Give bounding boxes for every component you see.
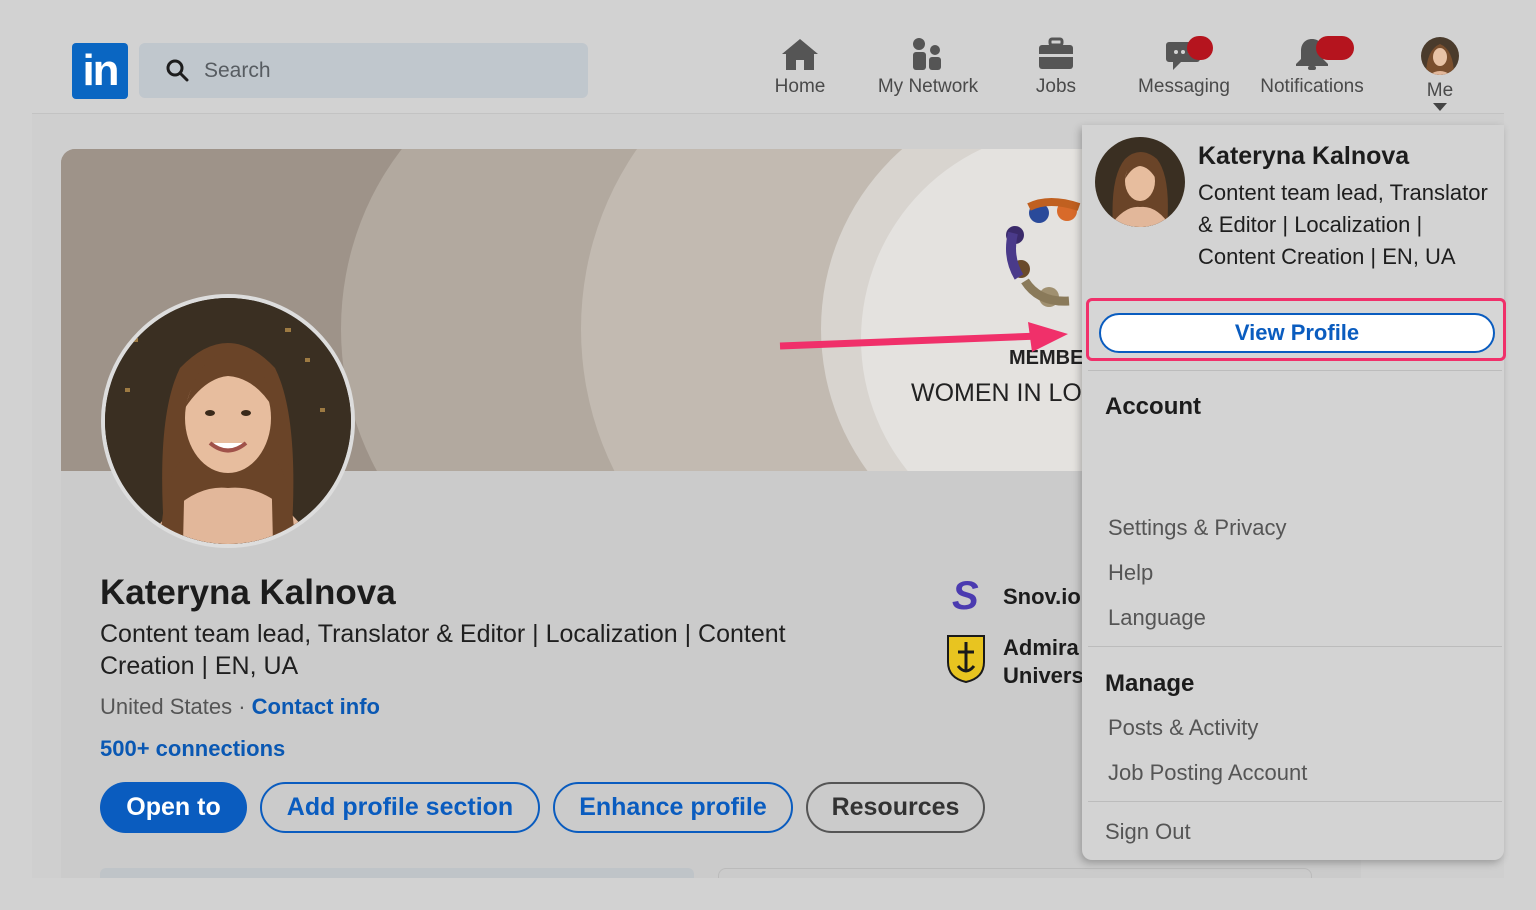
profile-photo[interactable] <box>101 294 355 548</box>
menu-item-posts-activity[interactable]: Posts & Activity <box>1108 715 1258 741</box>
search-placeholder: Search <box>204 59 271 82</box>
nav-me-text: Me <box>1426 80 1454 101</box>
add-profile-section-button[interactable]: Add profile section <box>260 782 540 833</box>
account-heading: Account <box>1105 393 1201 420</box>
dropdown-avatar-image <box>1095 137 1185 227</box>
annotation-arrow <box>779 322 1068 352</box>
nav-notifications[interactable]: Notifications <box>1252 36 1372 98</box>
menu-item-help[interactable]: Help <box>1108 560 1153 586</box>
profile-location: United States <box>100 694 233 719</box>
company-snov[interactable]: Snov.io <box>1003 583 1081 611</box>
menu-item-job-posting-account[interactable]: Job Posting Account <box>1108 760 1307 786</box>
home-icon <box>782 39 818 70</box>
view-profile-button[interactable]: View Profile <box>1099 313 1495 353</box>
dropdown-divider <box>1088 646 1502 647</box>
profile-headline: Content team lead, Translator & Editor |… <box>100 620 786 680</box>
avatar <box>1421 37 1459 75</box>
connections-link[interactable]: 500+ connections <box>100 736 285 762</box>
dropdown-name: Kateryna Kalnova <box>1198 142 1410 170</box>
menu-item-sign-out[interactable]: Sign Out <box>1105 819 1191 845</box>
dropdown-divider <box>1088 801 1502 802</box>
nav-my-network[interactable]: My Network <box>868 36 988 98</box>
menu-item-settings-privacy[interactable]: Settings & Privacy <box>1108 515 1287 541</box>
enhance-profile-button[interactable]: Enhance profile <box>553 782 793 833</box>
view-profile-highlight: View Profile <box>1086 298 1506 361</box>
nav-me[interactable]: Me <box>1380 36 1500 112</box>
nav-my-network-label: My Network <box>877 76 979 97</box>
nav-messaging-label: Messaging <box>1138 76 1230 97</box>
company-admiral-line1: Admira <box>1003 635 1079 660</box>
network-icon <box>913 38 941 70</box>
bottom-strip <box>0 878 1536 910</box>
search-icon <box>166 59 189 82</box>
dropdown-headline: Content team lead, Translator & Editor |… <box>1198 180 1488 269</box>
linkedin-logo[interactable]: in <box>72 43 128 99</box>
search-input[interactable]: Search <box>139 43 588 98</box>
section-card-edge <box>100 868 694 878</box>
me-dropdown-menu: Kateryna Kalnova Content team lead, Tran… <box>1082 125 1506 860</box>
dropdown-divider <box>1088 370 1502 371</box>
nav-notifications-label: Notifications <box>1260 76 1364 97</box>
open-to-button[interactable]: Open to <box>100 782 247 833</box>
company-admiral-line2: Univers <box>1003 663 1084 688</box>
university-crest-icon <box>947 635 985 684</box>
logo-text: in <box>82 46 119 95</box>
nav-home[interactable]: Home <box>740 36 860 98</box>
nav-jobs-label: Jobs <box>1035 76 1077 97</box>
section-card-edge <box>718 868 1312 878</box>
chevron-down-icon <box>1433 103 1447 111</box>
top-nav: in Search Home My Network Jobs Messaging… <box>0 0 1536 112</box>
nav-messaging[interactable]: Messaging <box>1124 36 1244 98</box>
company-admiral-university[interactable]: Admira Univers <box>1003 634 1084 690</box>
profile-location-row: United States · Contact info <box>100 694 380 720</box>
menu-item-language[interactable]: Language <box>1108 605 1206 631</box>
profile-photo-image <box>105 298 351 544</box>
notifications-badge <box>1316 36 1354 60</box>
nav-me-label: Me <box>1380 80 1500 112</box>
manage-heading: Manage <box>1105 670 1195 697</box>
briefcase-icon <box>1039 37 1073 69</box>
profile-name: Kateryna Kalnova <box>100 573 396 612</box>
dropdown-avatar[interactable] <box>1095 137 1185 227</box>
location-separator: · <box>238 694 246 719</box>
contact-info-link[interactable]: Contact info <box>252 694 380 719</box>
banner-text-line2: WOMEN IN LO <box>911 379 1082 407</box>
snov-logo: S <box>952 574 979 618</box>
nav-jobs[interactable]: Jobs <box>996 36 1116 98</box>
nav-home-label: Home <box>774 76 826 97</box>
messaging-badge <box>1187 36 1213 60</box>
resources-button[interactable]: Resources <box>806 782 985 833</box>
